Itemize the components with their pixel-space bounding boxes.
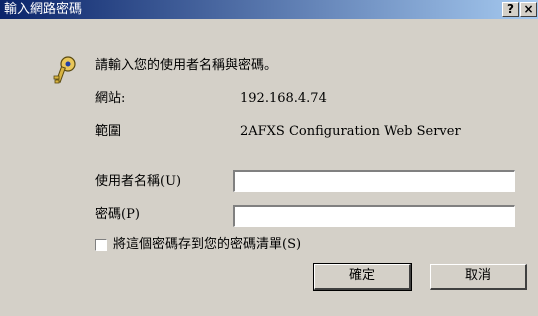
username-label: 使用者名稱(U) [95, 174, 182, 189]
prompt-text: 請輸入您的使用者名稱與密碼。 [95, 58, 278, 73]
password-input[interactable] [233, 205, 515, 227]
window-title: 輸入網路密碼 [4, 2, 83, 17]
save-password-label[interactable]: 將這個密碼存到您的密碼清單(S) [113, 237, 301, 253]
username-input[interactable] [233, 170, 515, 192]
realm-label: 範圍 [95, 124, 122, 139]
title-bar: 輸入網路密碼 ? × [0, 0, 538, 19]
password-label: 密碼(P) [95, 207, 140, 222]
help-button[interactable]: ? [502, 2, 519, 17]
site-value: 192.168.4.74 [240, 91, 327, 106]
key-icon [53, 56, 76, 84]
cancel-button[interactable]: 取消 [430, 264, 527, 290]
site-label: 網站: [95, 91, 126, 106]
ok-button[interactable]: 確定 [313, 263, 412, 291]
close-button[interactable]: × [520, 2, 537, 17]
realm-value: 2AFXS Configuration Web Server [240, 124, 461, 139]
save-password-checkbox[interactable] [95, 239, 107, 251]
